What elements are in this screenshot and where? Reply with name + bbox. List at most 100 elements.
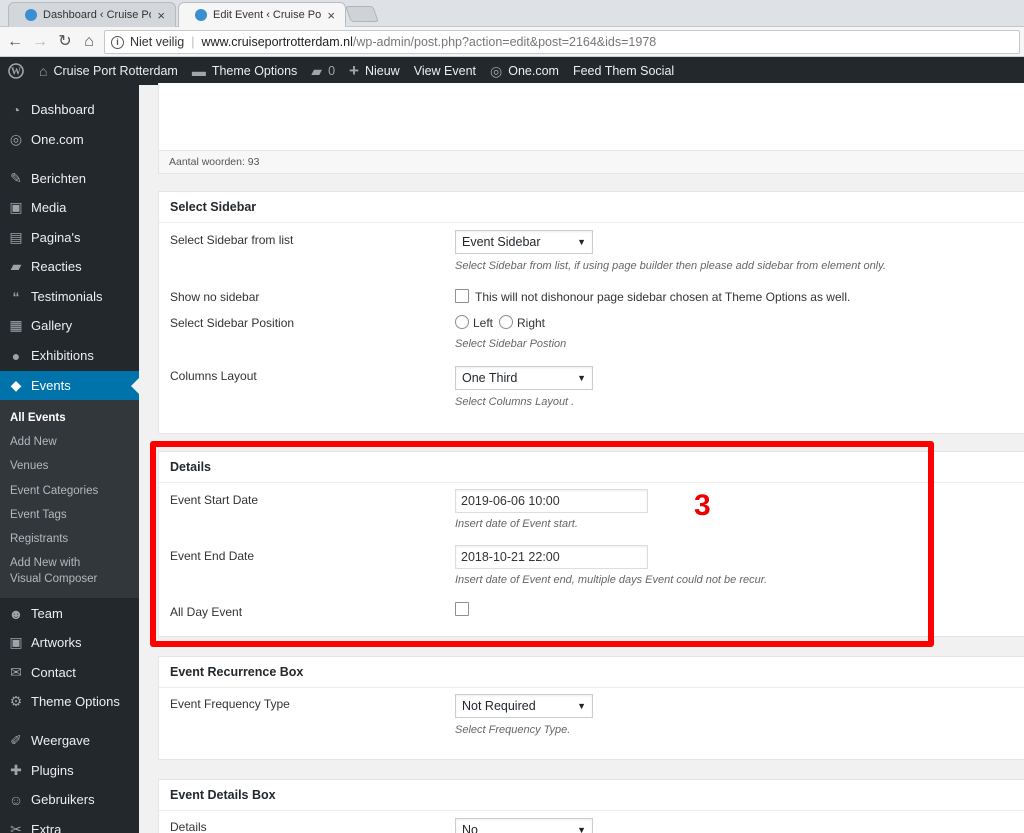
frequency-type-select[interactable]: Not Required ▼ xyxy=(455,694,593,718)
folder-icon: ▬ xyxy=(191,63,206,79)
forward-arrow-icon[interactable]: → xyxy=(30,32,50,52)
chevron-down-icon: ▼ xyxy=(577,825,586,833)
plus-icon: + xyxy=(349,61,359,80)
sidebar-item-artworks[interactable]: ▣ Artworks xyxy=(0,628,139,657)
columns-layout-select[interactable]: One Third ▼ xyxy=(455,366,593,390)
sidebar-item-gebruikers[interactable]: ☺ Gebruikers xyxy=(0,785,139,814)
editor-area[interactable] xyxy=(159,83,1024,151)
sidebar-item-plugins[interactable]: ✚ Plugins xyxy=(0,756,139,785)
submenu-all-events[interactable]: All Events xyxy=(10,410,66,426)
wordpress-logo-icon[interactable]: W xyxy=(0,57,32,85)
sidebar-item-label: Weergave xyxy=(31,733,91,748)
new-label: Nieuw xyxy=(364,64,400,78)
close-tab-icon[interactable]: × xyxy=(327,8,335,23)
submenu-visual-composer[interactable]: Visual Composer xyxy=(10,571,97,587)
columns-layout-label: Columns Layout xyxy=(170,369,257,383)
svg-text:W: W xyxy=(11,67,21,78)
url-path: /wp-admin/post.php?action=edit&post=2164… xyxy=(352,35,657,49)
close-tab-icon[interactable]: × xyxy=(157,8,165,23)
events-icon: ◆ xyxy=(10,377,22,393)
address-bar[interactable]: i Niet veilig | www.cruiseportrotterdam.… xyxy=(104,30,1020,54)
back-arrow-icon[interactable]: ← xyxy=(5,32,25,52)
browser-tab-dashboard[interactable]: Dashboard ‹ Cruise Port R × xyxy=(8,2,176,27)
editor-status-bar: Aantal woorden: 93 xyxy=(159,151,1024,173)
sidebar-item-berichten[interactable]: ✎ Berichten xyxy=(0,164,139,193)
sidebar-item-weergave[interactable]: ✐ Weergave xyxy=(0,726,139,755)
home-icon[interactable]: ⌂ xyxy=(79,32,99,52)
theme-options-label: Theme Options xyxy=(211,64,298,78)
url-domain: www.cruiseportrotterdam.nl xyxy=(201,35,353,49)
sidebar-item-onecom[interactable]: ◎ One.com xyxy=(0,125,139,154)
comment-icon: ▰ xyxy=(10,258,22,274)
view-event-link[interactable]: View Event xyxy=(407,57,483,85)
onecom-icon: ◎ xyxy=(9,131,23,147)
page-icon: ▤ xyxy=(9,229,23,245)
select-sidebar-title: Select Sidebar xyxy=(159,192,1024,223)
submenu-add-new-with[interactable]: Add New with xyxy=(10,555,80,571)
sidebar-item-label: Media xyxy=(31,200,67,215)
sidebar-item-gallery[interactable]: ▦ Gallery xyxy=(0,311,139,340)
radio-left-label: Left xyxy=(473,316,494,330)
submenu-add-new[interactable]: Add New xyxy=(10,434,57,450)
info-icon[interactable]: i xyxy=(111,35,124,49)
sidebar-select-value: Event Sidebar xyxy=(462,235,541,249)
gallery-icon: ▦ xyxy=(9,317,23,333)
sidebar-item-contact[interactable]: ✉ Contact xyxy=(0,658,139,687)
submenu-event-tags[interactable]: Event Tags xyxy=(10,507,67,523)
feed-them-social-link[interactable]: Feed Them Social xyxy=(566,57,681,85)
sidebar-select[interactable]: Event Sidebar ▼ xyxy=(455,230,593,254)
sidebar-item-extra[interactable]: ✂ Extra xyxy=(0,815,139,833)
annotation-highlight-box xyxy=(150,441,934,647)
sidebar-from-list-label: Select Sidebar from list xyxy=(170,233,294,247)
submenu-event-categories[interactable]: Event Categories xyxy=(10,483,98,499)
sidebar-item-label: Team xyxy=(31,606,63,621)
onecom-label: One.com xyxy=(508,64,559,78)
admin-sidebar: ◔ Dashboard ◎ One.com ✎ Berichten ▣ Media ▤ P… xyxy=(0,85,139,833)
team-icon: ☻ xyxy=(8,605,24,622)
radio-left[interactable] xyxy=(455,315,469,329)
sidebar-item-reacties[interactable]: ▰ Reacties xyxy=(0,252,139,281)
sidebar-item-events[interactable]: ◆ Events xyxy=(0,371,139,400)
frequency-type-value: Not Required xyxy=(462,699,536,713)
reload-icon[interactable]: ↻ xyxy=(55,32,75,52)
event-details-box: Event Details Box Details No ▼ xyxy=(158,779,1024,833)
site-name: Cruise Port Rotterdam xyxy=(53,64,178,78)
frequency-type-label: Event Frequency Type xyxy=(170,697,290,711)
tools-icon: ✂ xyxy=(10,821,22,833)
sidebar-item-team[interactable]: ☻ Team xyxy=(0,599,139,628)
sidebar-item-dashboard[interactable]: ◔ Dashboard xyxy=(0,95,139,124)
sidebar-item-label: Dashboard xyxy=(31,102,95,117)
details-select[interactable]: No ▼ xyxy=(455,818,593,833)
browser-tab-edit-event[interactable]: Edit Event ‹ Cruise Port R × xyxy=(178,2,346,27)
onecom-icon: ◎ xyxy=(490,62,503,79)
sidebar-item-label: Berichten xyxy=(31,171,86,186)
show-no-sidebar-checkbox[interactable] xyxy=(455,289,469,303)
submenu-venues[interactable]: Venues xyxy=(10,458,48,474)
gear-icon: ⚙ xyxy=(9,693,23,709)
new-content-link[interactable]: + Nieuw xyxy=(342,57,407,85)
comments-link[interactable]: ▰ 0 xyxy=(304,57,342,85)
new-tab-button[interactable] xyxy=(345,6,379,22)
security-status: Niet veilig xyxy=(130,35,185,49)
sidebar-item-label: Pagina's xyxy=(31,230,81,245)
submenu-registrants[interactable]: Registrants xyxy=(10,531,68,547)
sidebar-item-testimonials[interactable]: “ Testimonials xyxy=(0,282,139,311)
comment-icon: ▰ xyxy=(311,62,323,79)
radio-right[interactable] xyxy=(499,315,513,329)
pin-icon: ✎ xyxy=(10,170,22,186)
view-event-label: View Event xyxy=(413,64,477,78)
sidebar-item-paginas[interactable]: ▤ Pagina's xyxy=(0,223,139,252)
wp-admin-bar: W ⌂ Cruise Port Rotterdam ▬ Theme Option… xyxy=(0,57,1024,85)
frequency-type-desc: Select Frequency Type. xyxy=(455,724,571,736)
editor-box: Aantal woorden: 93 xyxy=(158,83,1024,174)
theme-options-link[interactable]: ▬ Theme Options xyxy=(185,57,304,85)
onecom-link[interactable]: ◎ One.com xyxy=(483,57,566,85)
comments-count: 0 xyxy=(328,64,336,78)
site-name-link[interactable]: ⌂ Cruise Port Rotterdam xyxy=(32,57,185,85)
sidebar-item-exhibitions[interactable]: ● Exhibitions xyxy=(0,341,139,370)
sidebar-item-label: Contact xyxy=(31,665,76,680)
tab-title: Edit Event ‹ Cruise Port R xyxy=(213,9,322,21)
sidebar-item-theme-options[interactable]: ⚙ Theme Options xyxy=(0,687,139,716)
sidebar-item-media[interactable]: ▣ Media xyxy=(0,193,139,222)
contact-icon: ✉ xyxy=(10,664,22,680)
